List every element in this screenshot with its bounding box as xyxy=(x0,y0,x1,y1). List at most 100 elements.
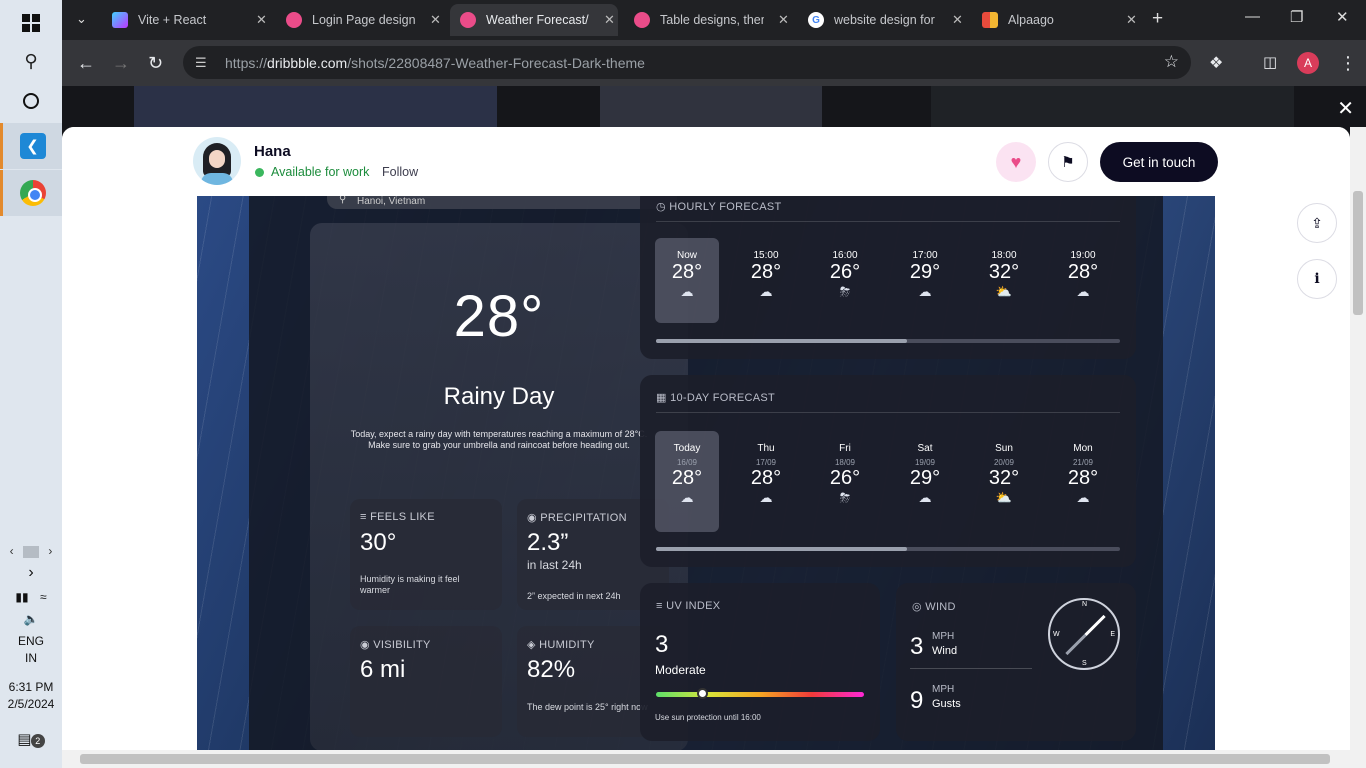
wind-panel: ◎ WIND 3 MPH Wind 9 MPH Gusts N E S W xyxy=(896,583,1136,741)
cortana-button[interactable] xyxy=(0,78,62,124)
share-icon: ⇪ xyxy=(1311,214,1323,231)
show-hidden-icons-button[interactable]: › xyxy=(0,564,62,582)
feels-like-card: ≡ FEELS LIKE 30° Humidity is making it f… xyxy=(350,499,502,610)
restore-icon: ❐ xyxy=(1290,9,1304,26)
daily-day: Fri xyxy=(839,443,851,454)
taskbar-scroll-controls[interactable]: ‹ › xyxy=(0,544,62,558)
minimize-button[interactable]: — xyxy=(1245,8,1260,25)
author-avatar[interactable] xyxy=(193,137,241,185)
chevron-left-icon[interactable]: ‹ xyxy=(10,544,14,558)
close-icon[interactable]: ✕ xyxy=(604,12,615,28)
get-in-touch-button[interactable]: Get in touch xyxy=(1100,142,1218,182)
save-button[interactable]: ⚑ xyxy=(1048,142,1088,182)
close-icon[interactable]: ✕ xyxy=(952,12,963,28)
divider xyxy=(656,221,1120,222)
info-icon: i xyxy=(1314,271,1320,287)
hourly-item: 15:00 28° ☁ xyxy=(734,238,798,323)
hourly-temp: 29° xyxy=(909,261,941,283)
tab-search-button[interactable]: ⌄ xyxy=(76,11,87,27)
hourly-scrollbar[interactable] xyxy=(656,339,1120,343)
hourly-time: 17:00 xyxy=(912,250,938,261)
wind-divider xyxy=(910,668,1032,669)
daily-item: Thu 17/09 28° ☁ xyxy=(734,431,798,532)
daily-date: 21/09 xyxy=(1072,458,1094,467)
chrome-icon xyxy=(19,180,46,206)
like-button[interactable]: ♥ xyxy=(996,142,1036,182)
wind-gust-label: Gusts xyxy=(932,698,961,710)
taskbar-scroll-thumb[interactable] xyxy=(23,545,39,558)
author-name[interactable]: Hana xyxy=(254,143,291,160)
hourly-temp: 28° xyxy=(750,261,782,283)
tab-google-search[interactable]: G website design for t ✕ xyxy=(798,4,966,36)
address-bar[interactable]: ☰ https://dribbble.com/shots/22808487-We… xyxy=(183,46,1191,79)
clock[interactable]: 6:31 PM 2/5/2024 xyxy=(0,680,62,711)
chrome-taskbar-button[interactable] xyxy=(0,170,62,216)
daily-temp: 28° xyxy=(750,467,782,489)
extensions-button[interactable]: ❖ xyxy=(1209,53,1223,73)
volume-button[interactable]: 🔈 xyxy=(0,612,62,626)
scroll-thumb[interactable] xyxy=(656,547,907,551)
horizontal-scrollbar[interactable] xyxy=(62,750,1350,768)
side-panel-button[interactable]: ◫ xyxy=(1263,53,1277,71)
daily-temp: 32° xyxy=(988,467,1020,489)
url-host: dribbble.com xyxy=(267,54,348,71)
language-indicator[interactable]: ENG IN xyxy=(0,634,62,665)
scroll-thumb[interactable] xyxy=(1353,191,1363,315)
new-tab-button[interactable]: + xyxy=(1152,8,1163,30)
weather-description: Today, expect a rainy day with temperatu… xyxy=(350,429,648,450)
uv-note: Use sun protection until 16:00 xyxy=(655,713,761,722)
profile-avatar[interactable]: A xyxy=(1297,52,1319,74)
rain-cloud-icon: ☁ xyxy=(918,284,932,299)
scroll-thumb[interactable] xyxy=(80,754,1330,764)
rain-cloud-icon: ☁ xyxy=(1076,490,1090,505)
calendar-icon: ▦ xyxy=(656,392,667,404)
heart-icon: ♥ xyxy=(1010,151,1022,172)
tab-login-page-designs[interactable]: Login Page designs ✕ xyxy=(276,4,444,36)
visibility-value: 6 mi xyxy=(360,656,406,683)
tab-table-designs[interactable]: Table designs, them ✕ xyxy=(624,4,792,36)
cortana-icon xyxy=(23,93,39,109)
daily-item: Sat 19/09 29° ☁ xyxy=(893,431,957,532)
daily-scrollbar[interactable] xyxy=(656,547,1120,551)
vscode-taskbar-button[interactable]: ❮ xyxy=(0,123,62,169)
daily-date: 16/09 xyxy=(676,458,698,467)
close-icon[interactable]: ✕ xyxy=(256,12,267,28)
close-icon[interactable]: ✕ xyxy=(430,12,441,28)
info-button[interactable]: i xyxy=(1297,259,1337,299)
tab-vite-react[interactable]: Vite + React ✕ xyxy=(102,4,270,36)
vertical-scrollbar[interactable] xyxy=(1350,127,1366,768)
share-button[interactable]: ⇪ xyxy=(1297,203,1337,243)
tab-weather-forecast[interactable]: Weather Forecast/ D ✕ xyxy=(450,4,618,36)
background-shot-thumbnail xyxy=(134,86,497,127)
forward-button[interactable]: → xyxy=(112,53,130,74)
tab-alpaago[interactable]: Alpaago ✕ xyxy=(972,4,1140,36)
close-overlay-button[interactable]: ✕ xyxy=(1337,96,1354,121)
card-label: ◉ PRECIPITATION xyxy=(527,512,627,524)
follow-button[interactable]: Follow xyxy=(382,165,418,179)
close-window-button[interactable]: ✕ xyxy=(1336,8,1349,26)
back-button[interactable]: ← xyxy=(77,53,95,74)
current-temperature: 28° xyxy=(453,284,545,349)
chevron-right-icon[interactable]: › xyxy=(48,544,52,558)
close-icon[interactable]: ✕ xyxy=(778,12,789,28)
current-weather-panel: 28° Rainy Day Today, expect a rainy day … xyxy=(310,223,688,751)
eye-icon: ◉ xyxy=(360,639,370,651)
panel-title: ≡ UV INDEX xyxy=(656,600,721,612)
notification-center-button[interactable]: ▤ 2 xyxy=(0,730,62,748)
scroll-thumb[interactable] xyxy=(656,339,907,343)
chrome-menu-button[interactable]: ⋮ xyxy=(1339,53,1357,74)
wifi-icon[interactable]: ≈ xyxy=(40,590,47,604)
restore-button[interactable]: ❐ xyxy=(1290,8,1303,26)
battery-icon[interactable]: ▮▮ xyxy=(15,590,28,604)
close-icon[interactable]: ✕ xyxy=(1126,12,1137,28)
alpaago-icon xyxy=(982,12,998,28)
thunder-cloud-icon: ⛈ xyxy=(839,490,851,505)
tray-icons[interactable]: ▮▮ ≈ xyxy=(0,590,62,604)
bookmark-star-icon[interactable]: ☆ xyxy=(1164,52,1179,72)
site-info-icon[interactable]: ☰ xyxy=(195,55,215,71)
uv-level-marker xyxy=(696,688,708,699)
tab-label: Weather Forecast/ D xyxy=(486,13,590,27)
reload-button[interactable]: ↻ xyxy=(148,53,163,74)
availability-status[interactable]: Available for work xyxy=(255,165,369,179)
daily-day: Sun xyxy=(995,443,1013,454)
